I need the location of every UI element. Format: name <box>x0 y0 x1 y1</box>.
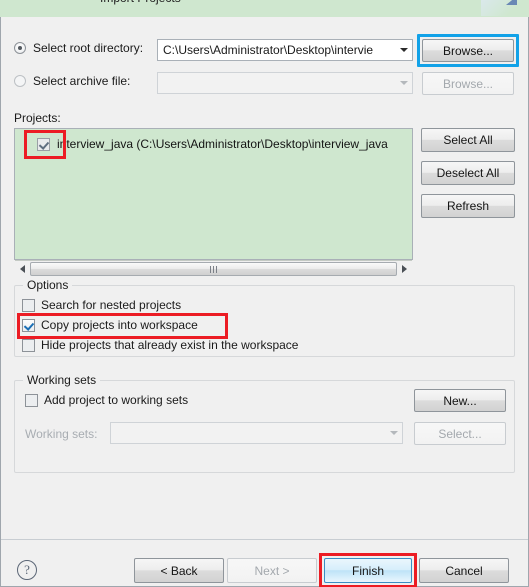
working-sets-combo <box>110 422 403 444</box>
projects-list[interactable]: interview_java (C:\Users\Administrator\D… <box>14 128 413 260</box>
working-sets-group-title: Working sets <box>23 373 101 387</box>
cancel-button[interactable]: Cancel <box>419 558 509 583</box>
help-icon-glyph: ? <box>24 562 30 577</box>
header-corner-background <box>481 0 527 16</box>
browse-archive-button-label: Browse... <box>442 76 493 91</box>
dialog-header-strip: Import Projects <box>0 0 529 18</box>
dialog-body: Select root directory: C:\Users\Administ… <box>0 17 529 587</box>
projects-horizontal-scrollbar[interactable] <box>15 260 412 277</box>
scroll-right-icon[interactable] <box>397 261 412 277</box>
scrollbar-thumb[interactable] <box>30 262 397 276</box>
projects-label: Projects: <box>14 111 61 125</box>
copy-projects-label: Copy projects into workspace <box>41 318 198 332</box>
select-working-set-button: Select... <box>414 422 506 445</box>
browse-archive-button: Browse... <box>422 72 514 95</box>
finish-button[interactable]: Finish <box>324 558 412 583</box>
footer-separator <box>1 539 528 540</box>
list-item-label: interview_java (C:\Users\Administrator\D… <box>57 137 388 151</box>
new-working-set-button[interactable]: New... <box>414 389 506 412</box>
list-item[interactable]: interview_java (C:\Users\Administrator\D… <box>15 133 412 155</box>
resize-corner-icon <box>506 0 517 5</box>
checkbox-search-nested-projects[interactable]: Search for nested projects <box>22 298 181 312</box>
scrollbar-track[interactable] <box>30 261 397 277</box>
working-sets-combo-label: Working sets: <box>25 427 98 441</box>
hide-existing-projects-checkbox[interactable] <box>22 338 35 352</box>
root-directory-combo[interactable]: C:\Users\Administrator\Desktop\intervie <box>157 39 413 61</box>
root-directory-input[interactable]: C:\Users\Administrator\Desktop\intervie <box>158 43 395 57</box>
deselect-all-button-label: Deselect All <box>436 166 500 180</box>
new-working-set-button-label: New... <box>443 393 477 408</box>
scroll-left-icon[interactable] <box>15 261 30 277</box>
checkbox-hide-existing-projects[interactable]: Hide projects that already exist in the … <box>22 338 298 352</box>
dialog-title: Import Projects <box>100 0 181 5</box>
import-projects-dialog: Import Projects Select root directory: C… <box>0 0 529 587</box>
copy-projects-checkbox[interactable] <box>22 318 35 332</box>
help-icon[interactable]: ? <box>17 560 37 580</box>
radio-root-directory-label: Select root directory: <box>33 41 144 55</box>
back-button[interactable]: < Back <box>134 558 224 583</box>
add-project-working-sets-checkbox[interactable] <box>25 393 38 407</box>
options-group-title: Options <box>23 278 73 292</box>
next-button: Next > <box>227 558 317 583</box>
select-all-button-label: Select All <box>443 133 493 147</box>
search-nested-projects-checkbox[interactable] <box>22 298 35 312</box>
scrollbar-grip-icon <box>210 265 217 273</box>
select-all-button[interactable]: Select All <box>421 128 515 152</box>
radio-select-archive-file[interactable]: Select archive file: <box>14 74 130 88</box>
checkbox-add-project-to-working-sets[interactable]: Add project to working sets <box>25 393 188 407</box>
refresh-button-label: Refresh <box>446 199 490 213</box>
select-working-set-button-label: Select... <box>438 426 482 441</box>
archive-file-combo <box>157 72 413 94</box>
search-nested-projects-label: Search for nested projects <box>41 298 182 312</box>
browse-root-button[interactable]: Browse... <box>422 39 514 62</box>
finish-button-label: Finish <box>351 563 384 578</box>
checkbox-copy-projects[interactable]: Copy projects into workspace <box>22 318 198 332</box>
chevron-down-icon-archive <box>395 81 412 85</box>
radio-root-directory-indicator[interactable] <box>14 42 26 54</box>
cancel-button-label: Cancel <box>445 563 483 578</box>
chevron-down-icon-working-sets <box>385 431 402 435</box>
hide-existing-projects-label: Hide projects that already exist in the … <box>41 338 299 352</box>
radio-archive-file-indicator[interactable] <box>14 75 26 87</box>
dialog-frame-left <box>0 17 1 587</box>
chevron-down-icon[interactable] <box>395 48 412 52</box>
browse-root-button-label: Browse... <box>442 43 493 58</box>
add-project-working-sets-label: Add project to working sets <box>44 393 189 407</box>
next-button-label: Next > <box>254 563 290 578</box>
deselect-all-button[interactable]: Deselect All <box>421 161 515 185</box>
radio-archive-file-label: Select archive file: <box>33 74 131 88</box>
refresh-button[interactable]: Refresh <box>421 194 515 218</box>
back-button-label: < Back <box>160 563 198 578</box>
radio-select-root-directory[interactable]: Select root directory: <box>14 41 143 55</box>
project-checkbox[interactable] <box>37 137 50 151</box>
